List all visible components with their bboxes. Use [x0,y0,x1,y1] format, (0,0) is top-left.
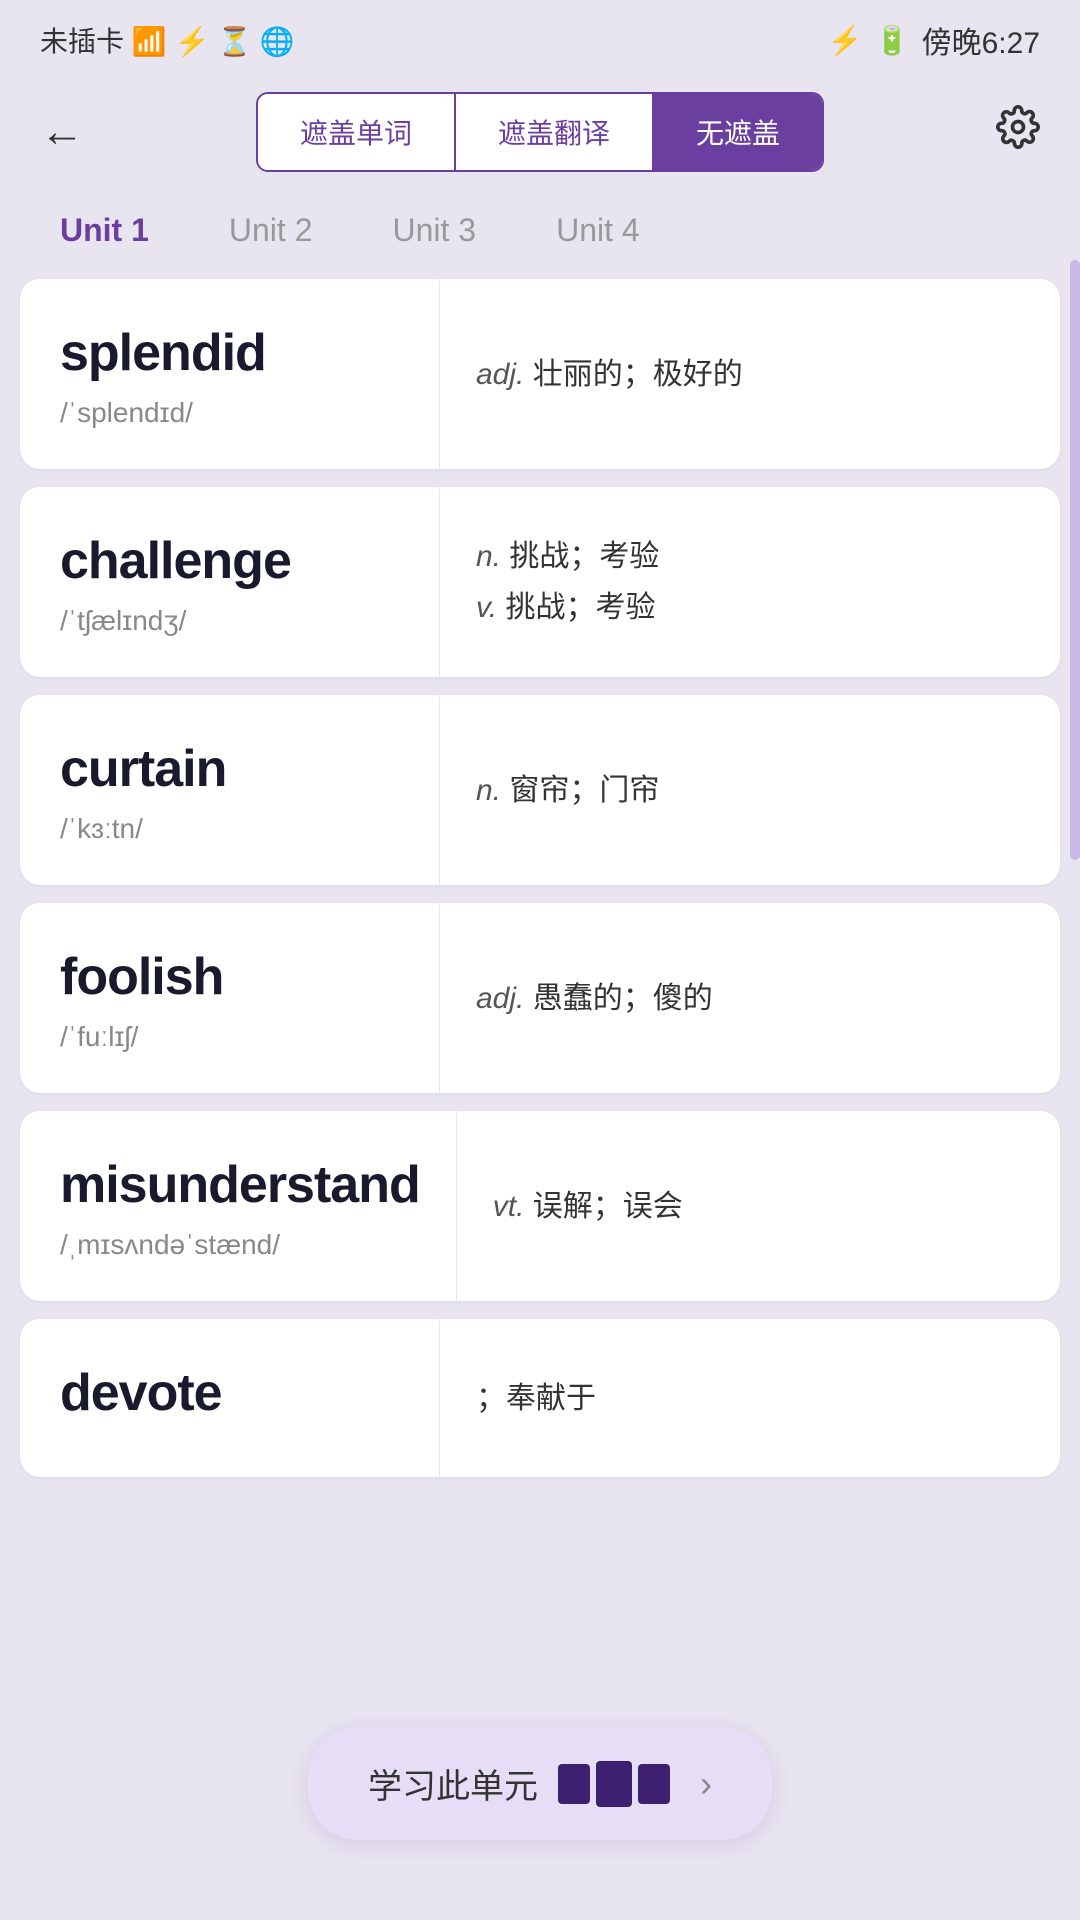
word-left-challenge: challenge /ˈtʃælɪndʒ/ [20,487,440,677]
cta-label: 学习此单元 [368,1759,538,1808]
word-phonetic: /ˈsplendɪd/ [60,397,403,429]
word-left-misunderstand: misunderstand /ˌmɪsʌndəˈstænd/ [20,1111,457,1301]
word-definition: adj. 壮丽的；极好的 [476,349,1024,400]
word-definition: n. 窗帘；门帘 [476,765,1024,816]
word-text: curtain [60,739,403,799]
header: ← 遮盖单词 遮盖翻译 无遮盖 [0,72,1080,192]
settings-icon[interactable] [996,105,1040,160]
pos-tag: adj. [476,982,524,1015]
word-left-devote: devote [20,1319,440,1477]
word-left-curtain: curtain /ˈkɜːtn/ [20,695,440,885]
word-phonetic: /ˈtʃælɪndʒ/ [60,605,403,637]
status-bar: 未插卡 📶 ⚡ ⏳ 🌐 ⚡ 🔋 傍晚6:27 [0,0,1080,72]
word-phonetic: /ˈkɜːtn/ [60,813,403,845]
word-card-splendid: splendid /ˈsplendɪd/ adj. 壮丽的；极好的 [20,279,1060,469]
word-definition: vt. 误解；误会 [493,1181,1024,1232]
bluetooth-icon: ⚡ [828,24,863,57]
word-definition-n: n. 挑战；考验 [476,531,1024,582]
no-cover-button[interactable]: 无遮盖 [654,94,822,170]
word-right-challenge: n. 挑战；考验 v. 挑战；考验 [440,487,1060,677]
cover-translation-button[interactable]: 遮盖翻译 [456,94,654,170]
word-text: misunderstand [60,1155,420,1215]
word-phonetic: /ˈfuːlɪʃ/ [60,1021,403,1053]
study-unit-button[interactable]: 学习此单元 › [308,1727,772,1840]
word-card-challenge: challenge /ˈtʃælɪndʒ/ n. 挑战；考验 v. 挑战；考验 [20,487,1060,677]
status-time: 傍晚6:27 [922,18,1040,62]
battery-icon: 🔋 [875,24,910,57]
status-icons: 📶 ⚡ ⏳ 🌐 [132,26,295,57]
word-right-curtain: n. 窗帘；门帘 [440,695,1060,885]
word-card-foolish: foolish /ˈfuːlɪʃ/ adj. 愚蠢的；傻的 [20,903,1060,1093]
cta-square-right [638,1764,670,1804]
status-left: 未插卡 📶 ⚡ ⏳ 🌐 [40,20,295,60]
cta-icon [558,1761,670,1807]
word-phonetic: /ˌmɪsʌndəˈstænd/ [60,1229,420,1261]
word-right-foolish: adj. 愚蠢的；傻的 [440,903,1060,1093]
word-definition-v: v. 挑战；考验 [476,582,1024,633]
cover-words-button[interactable]: 遮盖单词 [258,94,456,170]
word-right-splendid: adj. 壮丽的；极好的 [440,279,1060,469]
pos-tag: n. [476,540,501,573]
tab-unit3[interactable]: Unit 3 [372,202,496,259]
word-text: devote [60,1363,403,1423]
word-left-splendid: splendid /ˈsplendɪd/ [20,279,440,469]
tab-bar: Unit 1 Unit 2 Unit 3 Unit 4 [0,192,1080,279]
cta-square-mid [596,1761,632,1807]
tab-unit4[interactable]: Unit 4 [536,202,660,259]
word-card-curtain: curtain /ˈkɜːtn/ n. 窗帘；门帘 [20,695,1060,885]
word-left-foolish: foolish /ˈfuːlɪʃ/ [20,903,440,1093]
back-button[interactable]: ← [40,107,84,157]
status-right: ⚡ 🔋 傍晚6:27 [828,18,1040,62]
word-right-devote: ；奉献于 [440,1319,1060,1477]
word-text: splendid [60,323,403,383]
tab-unit2[interactable]: Unit 2 [209,202,333,259]
cta-square-left [558,1764,590,1804]
word-list: splendid /ˈsplendɪd/ adj. 壮丽的；极好的 challe… [0,279,1080,1477]
tab-unit1[interactable]: Unit 1 [40,202,169,259]
word-text: foolish [60,947,403,1007]
carrier-text: 未插卡 [40,26,124,57]
pos-tag: n. [476,774,501,807]
word-text: challenge [60,531,403,591]
scrollbar[interactable] [1070,260,1080,860]
pos-tag: v. [476,591,497,624]
word-card-misunderstand: misunderstand /ˌmɪsʌndəˈstænd/ vt. 误解；误会 [20,1111,1060,1301]
word-card-devote: devote ；奉献于 [20,1319,1060,1477]
cta-arrow-icon: › [700,1763,712,1805]
cover-toggle-group: 遮盖单词 遮盖翻译 无遮盖 [256,92,824,172]
word-right-misunderstand: vt. 误解；误会 [457,1111,1060,1301]
word-definition: ；奉献于 [476,1373,1024,1424]
word-definition: adj. 愚蠢的；傻的 [476,973,1024,1024]
pos-tag: adj. [476,358,524,391]
pos-tag: vt. [493,1190,525,1223]
